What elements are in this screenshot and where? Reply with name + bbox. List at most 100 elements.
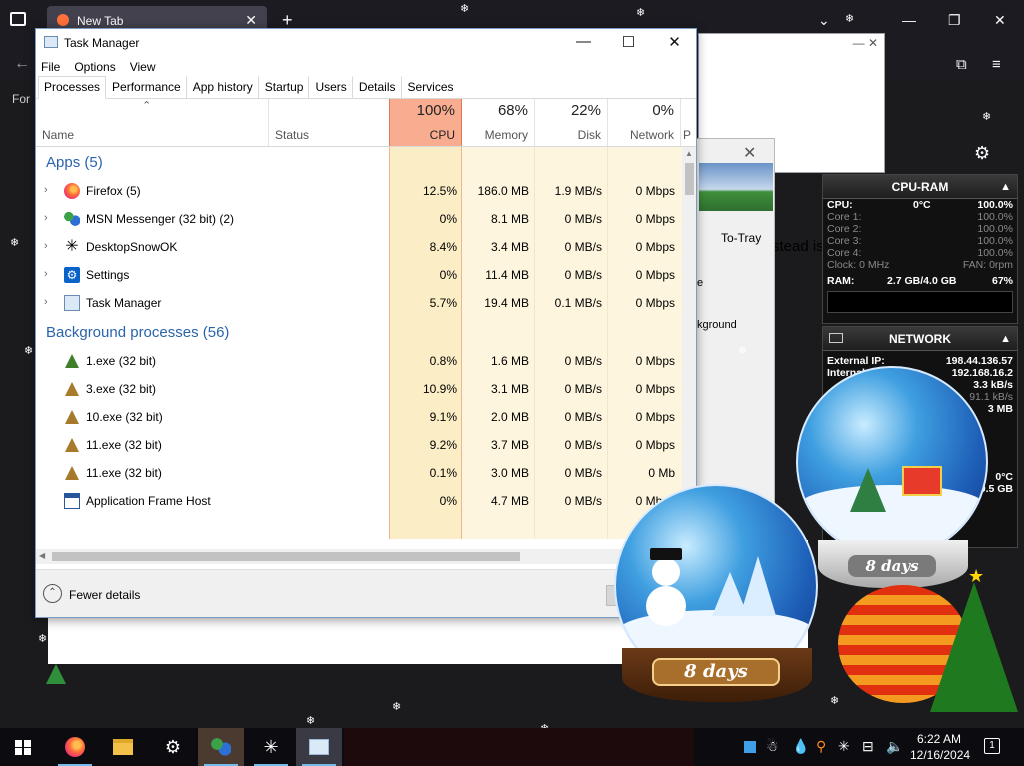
collapse-icon[interactable]: ▲: [1000, 327, 1011, 351]
snowman-icon: [646, 586, 686, 626]
column-network[interactable]: 0% Network: [608, 99, 681, 146]
table-row[interactable]: › Firefox (5) 12.5% 186.0 MB 1.9 MB/s 0 …: [36, 177, 682, 205]
column-status[interactable]: Status: [275, 128, 309, 142]
snowflake-tray-icon[interactable]: ✳: [838, 738, 850, 755]
extensions-icon[interactable]: ⧉: [956, 56, 967, 73]
close-icon[interactable]: — ✕: [853, 36, 878, 50]
tab-details[interactable]: Details: [353, 76, 402, 98]
column-power[interactable]: P: [681, 99, 697, 146]
to-tray-label[interactable]: To-Tray: [721, 231, 761, 245]
tab-startup[interactable]: Startup: [259, 76, 310, 98]
tab-list-chevron-icon[interactable]: ⌄: [818, 12, 830, 29]
table-row[interactable]: › Task Manager 5.7% 19.4 MB 0.1 MB/s 0 M…: [36, 289, 682, 317]
maximize-icon[interactable]: ❐: [948, 12, 961, 29]
minimize-icon[interactable]: —: [902, 12, 916, 28]
network-icon[interactable]: ⊟: [862, 738, 874, 755]
title-bar[interactable]: Task Manager — ☐ ✕: [36, 29, 696, 57]
file-explorer-button[interactable]: [100, 728, 146, 766]
start-button[interactable]: [0, 728, 46, 766]
scrollbar-thumb[interactable]: [685, 163, 694, 195]
scroll-left-icon[interactable]: ◀: [39, 551, 45, 560]
chevron-right-icon[interactable]: ›: [44, 184, 48, 196]
tab-services[interactable]: Services: [402, 76, 460, 98]
to-tray-text: e: [697, 277, 704, 289]
network-cell: 0 Mbps: [635, 438, 675, 452]
search-icon[interactable]: ⚲: [816, 738, 826, 755]
firefox-favicon-icon: [57, 14, 69, 26]
close-window-icon[interactable]: ✕: [994, 12, 1006, 29]
tab-app-history[interactable]: App history: [187, 76, 259, 98]
maximize-icon[interactable]: ☐: [606, 33, 651, 51]
core-line: Core 1: 100.0%: [823, 211, 1017, 223]
msn-taskbar-button[interactable]: [198, 728, 244, 766]
core-label: Core 1:: [827, 211, 862, 223]
chevron-right-icon[interactable]: ›: [44, 268, 48, 280]
christmas-tree-icon: [46, 664, 66, 684]
column-name[interactable]: Name: [42, 128, 74, 142]
menu-file[interactable]: File: [41, 60, 60, 74]
external-ip-value: 198.44.136.57: [945, 355, 1013, 367]
column-divider[interactable]: [268, 99, 269, 146]
clock-time[interactable]: 6:22 AM: [917, 732, 961, 746]
group-apps-label: Apps (5): [46, 154, 103, 171]
back-arrow-icon[interactable]: ←: [14, 55, 30, 73]
snowflake-icon: ✳: [65, 238, 79, 255]
tab-users[interactable]: Users: [309, 76, 353, 98]
list-tabs-icon[interactable]: [10, 12, 26, 26]
tab-performance[interactable]: Performance: [106, 76, 187, 98]
notification-icon[interactable]: 1: [984, 738, 1000, 754]
disk-cell: 0 MB/s: [564, 240, 602, 254]
close-icon[interactable]: ✕: [652, 33, 697, 51]
minimize-icon[interactable]: —: [561, 33, 606, 50]
chevron-right-icon[interactable]: ›: [44, 240, 48, 252]
scroll-up-icon[interactable]: ▲: [685, 149, 693, 158]
horizontal-scrollbar[interactable]: ◀: [36, 549, 682, 564]
table-row[interactable]: › MSN Messenger (32 bit) (2) 0% 8.1 MB 0…: [36, 205, 682, 233]
snow-app-button[interactable]: ✳: [248, 728, 294, 766]
collapse-icon[interactable]: ▲: [1000, 175, 1011, 199]
firefox-icon: [65, 737, 85, 757]
memory-cell: 3.1 MB: [490, 382, 529, 396]
menu-options[interactable]: Options: [74, 60, 115, 74]
gadget-header[interactable]: CPU-RAM ▲: [823, 175, 1017, 199]
messenger-tray-icon[interactable]: ☃: [766, 738, 779, 755]
tab-processes[interactable]: Processes: [38, 76, 107, 99]
vertical-scrollbar[interactable]: ▲: [682, 147, 696, 539]
column-disk[interactable]: 22% Disk: [535, 99, 608, 146]
droplet-icon[interactable]: 💧: [792, 738, 809, 755]
table-row[interactable]: 11.exe (32 bit) 0.1% 3.0 MB 0 MB/s 0 Mb: [36, 459, 682, 487]
firefox-icon: [64, 183, 80, 199]
task-manager-taskbar-button[interactable]: [296, 728, 342, 766]
close-tab-icon[interactable]: ✕: [245, 12, 257, 29]
clock-date[interactable]: 12/16/2024: [910, 748, 970, 762]
firefox-taskbar-button[interactable]: [52, 728, 98, 766]
christmas-tree-icon: [930, 582, 1018, 712]
chevron-right-icon[interactable]: ›: [44, 212, 48, 224]
table-row[interactable]: 11.exe (32 bit) 9.2% 3.7 MB 0 MB/s 0 Mbp…: [36, 431, 682, 459]
fewer-details-link[interactable]: Fewer details: [69, 588, 140, 602]
gadget-header[interactable]: NETWORK ▲: [823, 327, 1017, 351]
volume-icon[interactable]: 🔈: [886, 738, 903, 755]
column-memory[interactable]: 68% Memory: [462, 99, 535, 146]
chevron-right-icon[interactable]: ›: [44, 296, 48, 308]
column-cpu[interactable]: 100% CPU: [389, 99, 462, 146]
scrollbar-thumb[interactable]: [52, 552, 520, 561]
menu-view[interactable]: View: [130, 60, 156, 74]
chevron-up-icon[interactable]: ⌃: [43, 584, 62, 603]
table-row[interactable]: 10.exe (32 bit) 9.1% 2.0 MB 0 MB/s 0 Mbp…: [36, 403, 682, 431]
table-row[interactable]: 3.exe (32 bit) 10.9% 3.1 MB 0 MB/s 0 Mbp…: [36, 375, 682, 403]
close-icon[interactable]: ✕: [743, 143, 756, 163]
table-row[interactable]: Application Frame Host 0% 4.7 MB 0 MB/s …: [36, 487, 682, 515]
table-row[interactable]: › ⚙ Settings 0% 11.4 MB 0 MB/s 0 Mbps: [36, 261, 682, 289]
table-row[interactable]: › ✳ DesktopSnowOK 8.4% 3.4 MB 0 MB/s 0 M…: [36, 233, 682, 261]
gear-icon[interactable]: ⚙: [974, 143, 990, 164]
group-header: Apps (5): [36, 147, 682, 177]
settings-taskbar-button[interactable]: ⚙: [150, 728, 196, 766]
snowflake-icon: ❄: [460, 3, 470, 15]
task-manager-icon: [309, 739, 329, 755]
network-cell: 0 Mbps: [635, 382, 675, 396]
menu-icon[interactable]: ≡: [992, 56, 1001, 73]
tray-app-icon[interactable]: [744, 741, 756, 753]
table-row[interactable]: 1.exe (32 bit) 0.8% 1.6 MB 0 MB/s 0 Mbps: [36, 347, 682, 375]
cpu-cell: 0%: [439, 268, 457, 282]
